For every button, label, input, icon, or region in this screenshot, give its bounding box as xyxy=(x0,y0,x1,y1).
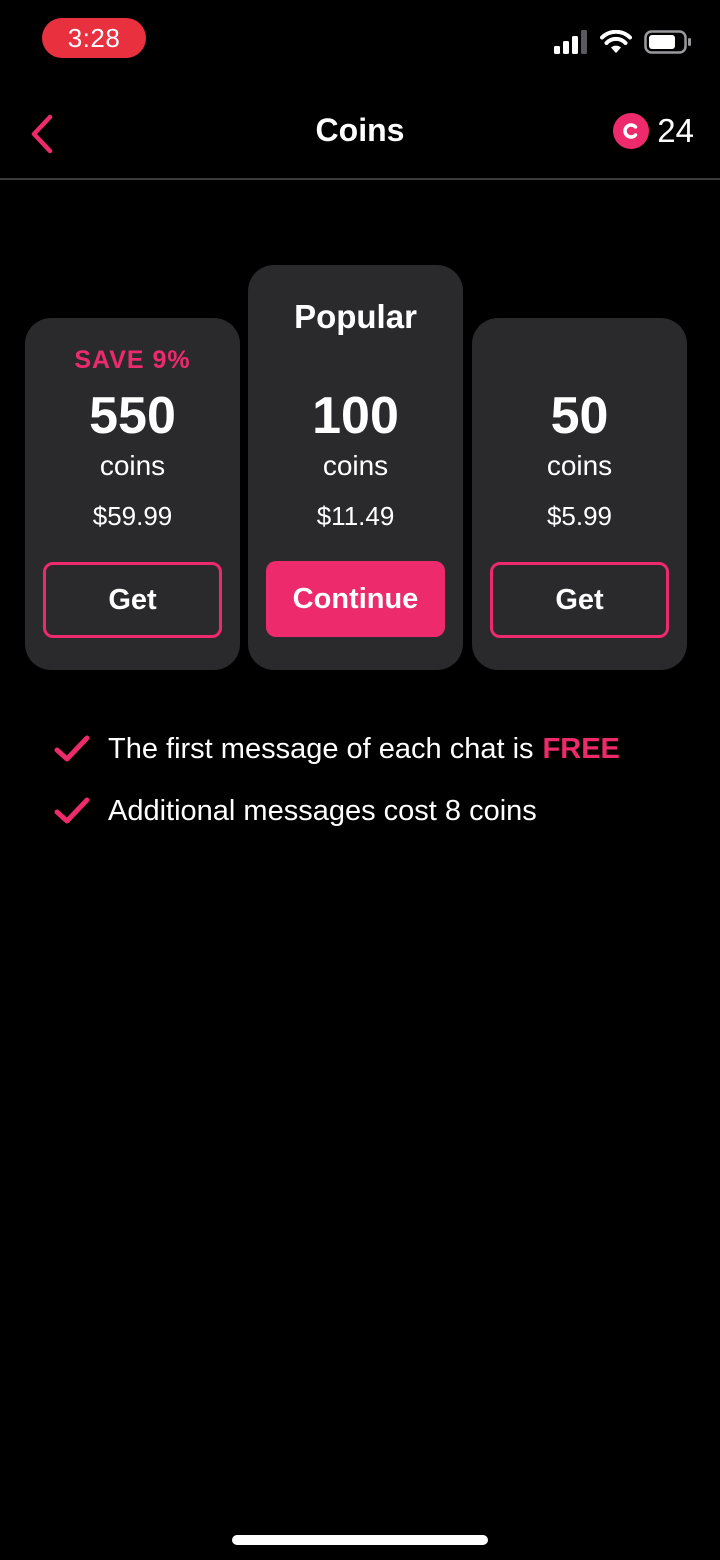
package-amount: 50 xyxy=(550,387,609,445)
page-title: Coins xyxy=(315,112,405,148)
package-price: $11.49 xyxy=(316,501,395,531)
status-bar: 3:28 xyxy=(0,0,720,80)
save-badge: SAVE 9% xyxy=(74,346,191,374)
package-card-550[interactable]: SAVE 9% 550 coins $59.99 Get xyxy=(25,318,240,670)
get-button[interactable]: Get xyxy=(43,562,222,638)
package-unit: coins xyxy=(546,450,613,481)
continue-button[interactable]: Continue xyxy=(266,561,445,637)
nav-divider xyxy=(0,178,720,180)
coin-icon xyxy=(613,113,650,149)
popular-label: Popular xyxy=(294,298,417,335)
package-amount: 550 xyxy=(89,387,176,445)
get-button[interactable]: Get xyxy=(490,562,669,638)
home-indicator[interactable] xyxy=(232,1535,488,1545)
package-unit: coins xyxy=(99,450,166,481)
checkmark-icon xyxy=(54,797,90,824)
free-highlight: FREE xyxy=(542,732,620,765)
status-time: 3:28 xyxy=(42,18,146,58)
package-card-100[interactable]: Popular 100 coins $11.49 Continue xyxy=(248,265,463,670)
package-price: $5.99 xyxy=(546,501,613,531)
wifi-icon xyxy=(600,30,632,53)
coin-balance[interactable]: 24 xyxy=(613,112,694,150)
feature-item: Additional messages cost 8 coins xyxy=(54,780,620,842)
package-unit: coins xyxy=(322,450,389,481)
package-price: $59.99 xyxy=(92,501,173,531)
coin-balance-value: 24 xyxy=(657,112,694,149)
feature-list: The first message of each chat is FREE A… xyxy=(54,718,620,842)
package-amount: 100 xyxy=(312,387,399,445)
battery-icon xyxy=(644,30,691,54)
feature-text: The first message of each chat is xyxy=(108,732,534,765)
nav-bar: Coins 24 xyxy=(0,92,720,178)
feature-item: The first message of each chat is FREE xyxy=(54,718,620,780)
package-card-50[interactable]: 50 coins $5.99 Get xyxy=(472,318,687,670)
cellular-signal-icon xyxy=(554,30,587,54)
status-icons xyxy=(554,30,692,54)
checkmark-icon xyxy=(54,735,90,762)
feature-text: Additional messages cost 8 coins xyxy=(108,794,537,827)
